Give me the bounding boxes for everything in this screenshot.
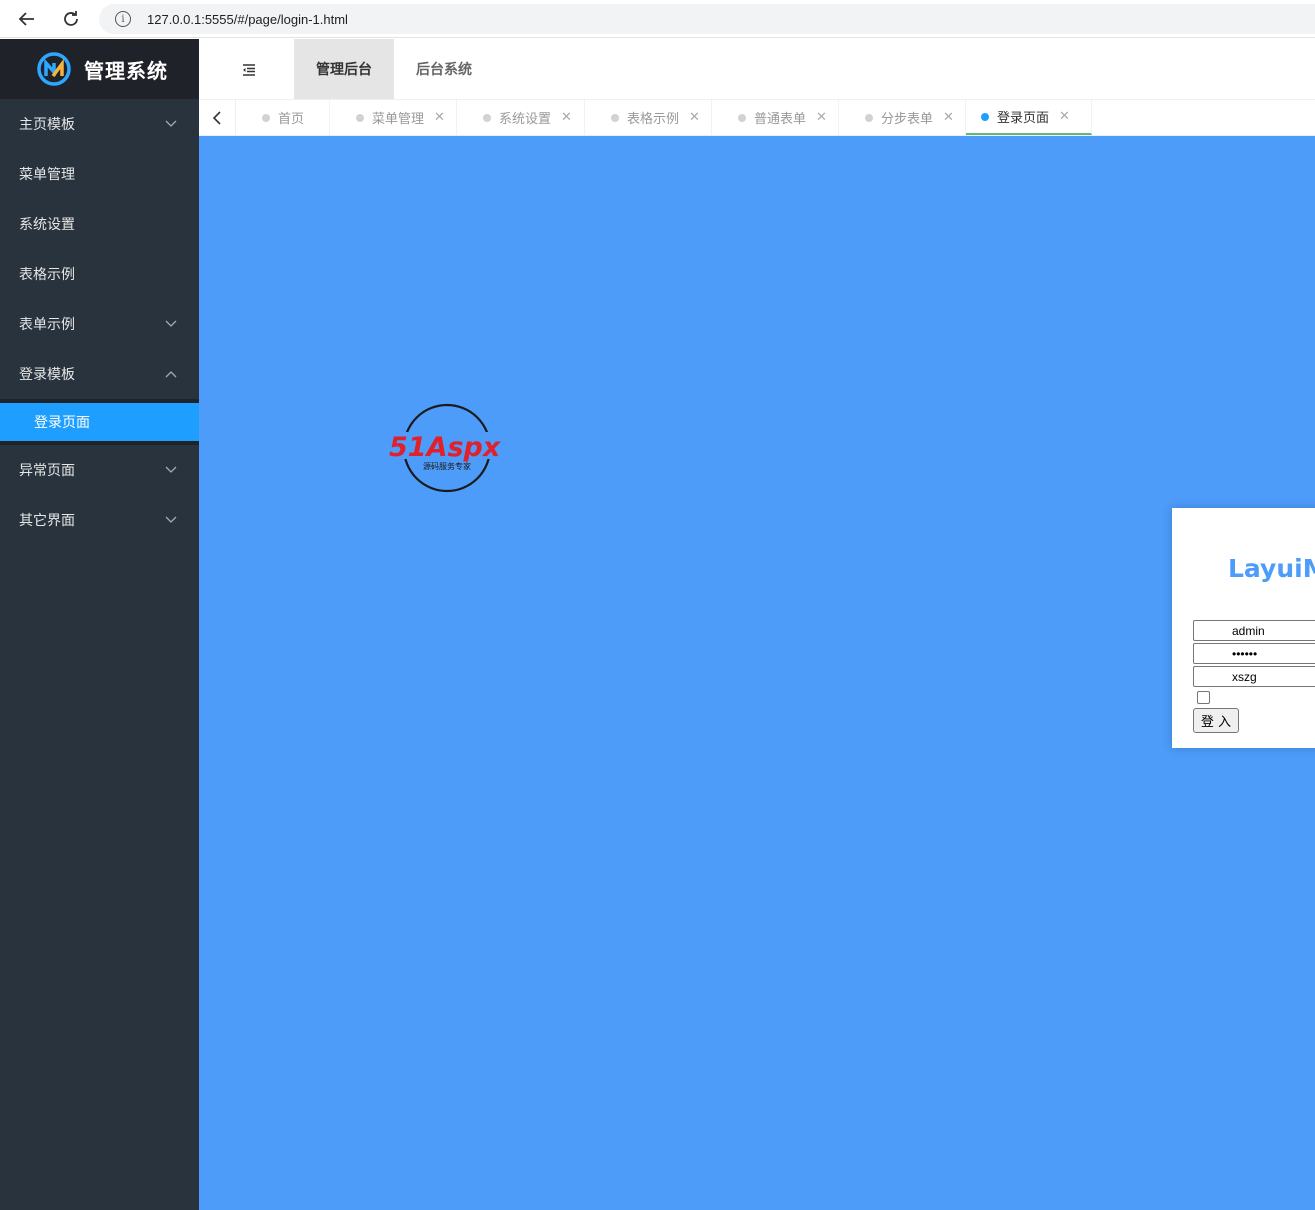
reload-icon — [64, 11, 78, 26]
chevron-down-icon — [165, 516, 177, 523]
logo-text: 管理系统 — [84, 58, 168, 83]
main-content: 51Aspx 源码服务专家 LayuiMini 登 入 — [199, 136, 1315, 1210]
tab-close-icon[interactable]: ✕ — [561, 110, 572, 125]
sidebar-item-other-pages[interactable]: 其它界面 — [0, 495, 199, 545]
url-text: 127.0.0.1:5555/#/page/login-1.html — [147, 11, 348, 27]
header-tab-admin[interactable]: 管理后台 — [294, 39, 394, 99]
username-input[interactable] — [1193, 620, 1315, 641]
sidebar-item-label: 登录模板 — [19, 367, 75, 383]
sidebar-item-home-template[interactable]: 主页模板 — [0, 99, 199, 149]
top-header: 管理后台 后台系统 — [199, 39, 1315, 100]
sidebar-subitem-label: 登录页面 — [34, 415, 90, 431]
tab-step-form[interactable]: 分步表单 ✕ — [839, 100, 966, 135]
captcha-input[interactable] — [1193, 666, 1315, 687]
tab-label: 普通表单 — [754, 112, 807, 127]
sidebar-toggle-button[interactable] — [237, 61, 261, 79]
tab-close-icon[interactable]: ✕ — [689, 110, 700, 125]
header-tab-label: 管理后台 — [316, 62, 372, 78]
tab-dot-icon — [611, 113, 619, 122]
tab-close-icon[interactable]: ✕ — [816, 110, 827, 125]
password-input[interactable] — [1193, 643, 1315, 664]
logo-bar[interactable]: 管理系统 — [0, 39, 199, 99]
header-tab-backend[interactable]: 后台系统 — [399, 39, 489, 99]
tab-system-settings[interactable]: 系统设置 ✕ — [457, 100, 585, 135]
header-tab-label: 后台系统 — [416, 62, 472, 78]
login-title: LayuiMini — [1228, 554, 1315, 583]
tab-home[interactable]: 首页 — [236, 100, 330, 135]
sidebar-item-label: 其它界面 — [19, 513, 75, 529]
sidebar-item-login-template[interactable]: 登录模板 — [0, 349, 199, 399]
page-tabs-bar: 首页 菜单管理 ✕ 系统设置 ✕ 表格示例 ✕ 普通表单 ✕ 分步表单 ✕ 登录… — [199, 100, 1315, 136]
arrow-left-icon — [18, 12, 34, 26]
tab-label: 分步表单 — [881, 112, 934, 127]
logo-icon — [37, 52, 71, 86]
tab-login-page[interactable]: 登录页面 ✕ — [966, 100, 1092, 135]
tab-dot-icon — [738, 113, 746, 122]
sidebar-item-label: 系统设置 — [19, 217, 75, 233]
tab-dot-icon — [356, 113, 364, 122]
tab-label: 首页 — [278, 112, 305, 127]
back-button[interactable] — [13, 5, 41, 33]
tab-dot-icon — [981, 112, 989, 121]
tab-dot-icon — [262, 113, 270, 122]
tab-dot-icon — [865, 113, 873, 122]
sidebar-subitem-login-page[interactable]: 登录页面 — [0, 403, 199, 441]
address-bar[interactable]: i 127.0.0.1:5555/#/page/login-1.html — [99, 4, 1315, 34]
reload-button[interactable] — [57, 5, 85, 33]
sidebar-item-label: 主页模板 — [19, 117, 75, 133]
tab-close-icon[interactable]: ✕ — [943, 110, 954, 125]
tab-table-example[interactable]: 表格示例 ✕ — [585, 100, 712, 135]
browser-toolbar: i 127.0.0.1:5555/#/page/login-1.html — [0, 0, 1315, 38]
sidebar-submenu-login: 登录页面 — [0, 399, 199, 445]
tab-normal-form[interactable]: 普通表单 ✕ — [712, 100, 839, 135]
tab-close-icon[interactable]: ✕ — [434, 110, 445, 125]
tab-label: 表格示例 — [627, 112, 680, 127]
sidebar-item-label: 表格示例 — [19, 267, 75, 283]
chevron-left-icon — [212, 110, 221, 125]
chevron-up-icon — [165, 371, 177, 378]
tab-label: 菜单管理 — [372, 112, 425, 127]
sidebar-item-form-example[interactable]: 表单示例 — [0, 299, 199, 349]
chevron-down-icon — [165, 466, 177, 473]
tab-label: 登录页面 — [997, 111, 1050, 126]
menu-fold-icon — [243, 64, 255, 76]
sidebar-item-system-settings[interactable]: 系统设置 — [0, 199, 199, 249]
sidebar-item-error-pages[interactable]: 异常页面 — [0, 445, 199, 495]
remember-me-checkbox[interactable] — [1197, 691, 1210, 704]
info-icon[interactable]: i — [115, 11, 131, 27]
sidebar-item-table-example[interactable]: 表格示例 — [0, 249, 199, 299]
tabs-scroll-left-button[interactable] — [199, 100, 236, 135]
tab-dot-icon — [483, 113, 491, 122]
watermark-logo: 51Aspx 源码服务专家 — [387, 403, 513, 493]
watermark-brand: 51Aspx — [389, 432, 502, 463]
sidebar-item-label: 菜单管理 — [19, 167, 75, 183]
sidebar-item-label: 异常页面 — [19, 463, 75, 479]
sidebar-item-label: 表单示例 — [19, 317, 75, 333]
watermark-slogan: 源码服务专家 — [423, 461, 471, 471]
tab-label: 系统设置 — [499, 112, 552, 127]
tab-close-icon[interactable]: ✕ — [1059, 109, 1070, 124]
chevron-down-icon — [165, 320, 177, 327]
login-panel: LayuiMini 登 入 — [1172, 508, 1315, 748]
sidebar-item-menu-management[interactable]: 菜单管理 — [0, 149, 199, 199]
login-button[interactable]: 登 入 — [1193, 708, 1239, 733]
chevron-down-icon — [165, 120, 177, 127]
sidebar: 管理系统 主页模板 菜单管理 系统设置 表格示例 表单示例 登录模板 登录页面 … — [0, 39, 199, 1210]
tab-menu-management[interactable]: 菜单管理 ✕ — [330, 100, 457, 135]
